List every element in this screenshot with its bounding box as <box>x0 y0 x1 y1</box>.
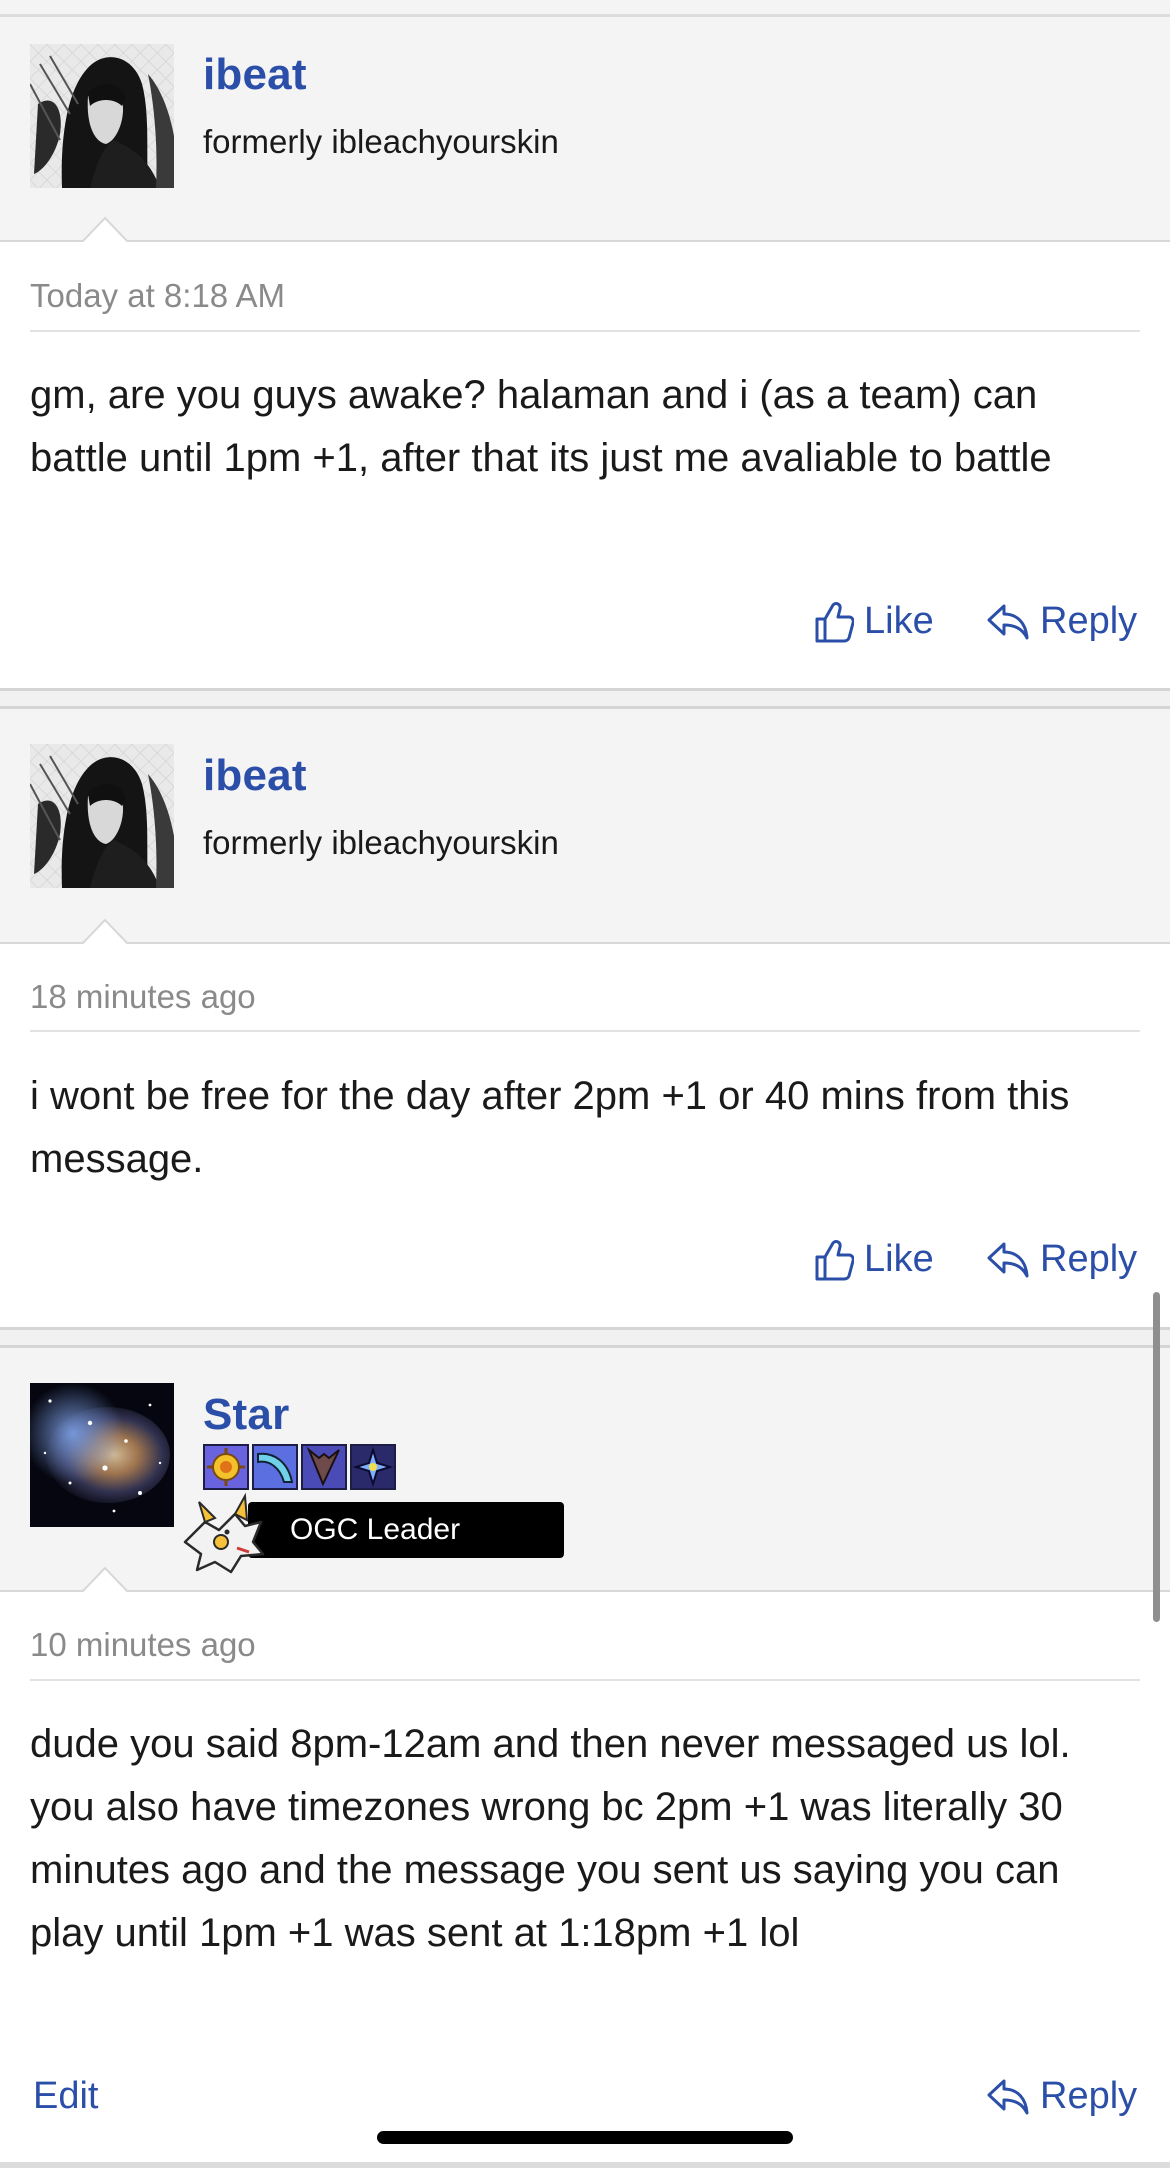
bottom-divider <box>0 2162 1170 2168</box>
home-indicator[interactable] <box>377 2131 793 2144</box>
horn-badge-icon[interactable] <box>301 1444 347 1490</box>
user-title: formerly ibleachyourskin <box>203 824 559 861</box>
timestamp-divider <box>30 1679 1140 1681</box>
reply-arrow-icon <box>987 2079 1029 2114</box>
scrollbar[interactable] <box>1153 1292 1160 1622</box>
edit-button[interactable]: Edit <box>33 2075 98 2118</box>
rank-label: OGC Leader <box>290 1513 461 1546</box>
post-message: dude you said 8pm-12am and then never me… <box>30 1722 1071 1955</box>
post-separator <box>0 688 1170 709</box>
reply-arrow-icon <box>987 1242 1029 1277</box>
reply-label: Reply <box>1040 600 1138 642</box>
avatar[interactable] <box>30 44 174 188</box>
trophy-badges <box>203 1444 399 1490</box>
avatar[interactable] <box>30 1383 174 1527</box>
post-user-header: ibeat formerly ibleachyourskin <box>0 709 1170 944</box>
timestamp-divider <box>30 1030 1140 1032</box>
header-pointer <box>82 918 128 944</box>
avatar[interactable] <box>30 744 174 888</box>
post-timestamp[interactable]: 10 minutes ago <box>30 1626 256 1664</box>
reply-button[interactable]: Reply <box>986 1238 1137 1281</box>
post-timestamp[interactable]: Today at 8:18 AM <box>30 277 285 315</box>
thumbs-up-icon <box>815 601 854 642</box>
header-pointer <box>82 1566 128 1592</box>
wave-badge-icon[interactable] <box>252 1444 298 1490</box>
reply-button[interactable]: Reply <box>986 600 1137 643</box>
like-button[interactable]: Like <box>814 1238 934 1281</box>
user-title: formerly ibleachyourskin <box>203 123 559 160</box>
like-button[interactable]: Like <box>814 600 934 643</box>
sun-badge-icon[interactable] <box>203 1444 249 1490</box>
reply-button[interactable]: Reply <box>986 2075 1137 2118</box>
like-label: Like <box>864 1238 934 1280</box>
timestamp-divider <box>30 330 1140 332</box>
reply-label: Reply <box>1040 2075 1138 2117</box>
rank-sprite-icon <box>183 1492 265 1574</box>
reply-arrow-icon <box>987 604 1029 639</box>
username[interactable]: Star <box>203 1390 289 1440</box>
post-user-header: ibeat formerly ibleachyourskin <box>0 17 1170 242</box>
top-divider <box>0 0 1170 17</box>
header-pointer <box>82 216 128 242</box>
star-badge-icon[interactable] <box>350 1444 396 1490</box>
username[interactable]: ibeat <box>203 50 307 100</box>
post-separator <box>0 1327 1170 1348</box>
thread-page: ibeat formerly ibleachyourskin Today at … <box>0 0 1170 2168</box>
edit-label: Edit <box>33 2075 99 2117</box>
rank-banner: OGC Leader <box>248 1502 564 1558</box>
post-user-header: Star OGC Leader <box>0 1348 1170 1592</box>
post-message: i wont be free for the day after 2pm +1 … <box>30 1074 1070 1181</box>
username[interactable]: ibeat <box>203 751 307 801</box>
like-label: Like <box>864 600 934 642</box>
reply-label: Reply <box>1040 1238 1138 1280</box>
thumbs-up-icon <box>815 1239 854 1280</box>
post-message: gm, are you guys awake? halaman and i (a… <box>30 373 1052 480</box>
post-timestamp[interactable]: 18 minutes ago <box>30 978 256 1016</box>
